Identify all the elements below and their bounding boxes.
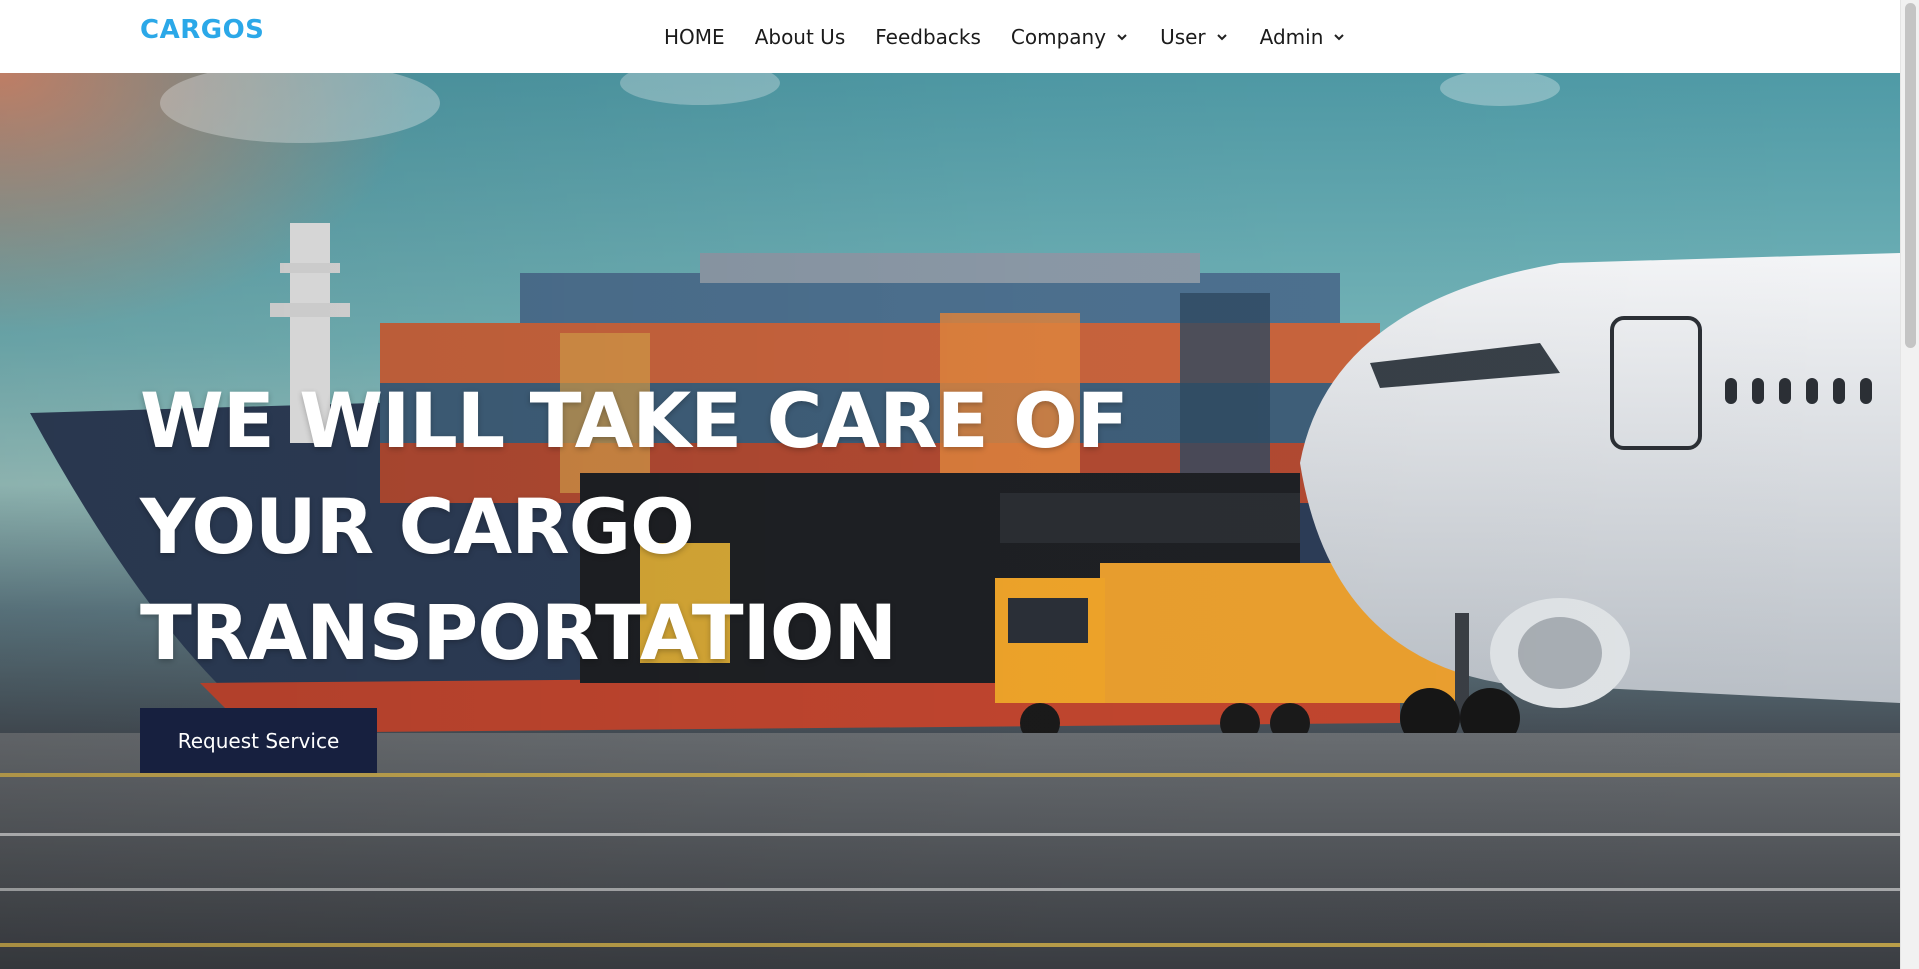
nav-admin-dropdown[interactable]: Admin [1260, 25, 1348, 49]
request-service-button[interactable]: Request Service [140, 708, 377, 773]
hero-headline: WE WILL TAKE CARE OF YOUR CARGO TRANSPOR… [140, 368, 1129, 686]
nav-home[interactable]: HOME [664, 25, 725, 49]
chevron-down-icon [1334, 33, 1345, 40]
hero-headline-line-1: WE WILL TAKE CARE OF [140, 376, 1129, 465]
page-scrollbar[interactable] [1900, 0, 1919, 969]
hero-headline-line-3: TRANSPORTATION [140, 588, 897, 677]
hero-headline-line-2: YOUR CARGO [140, 482, 695, 571]
hero-section: WE WILL TAKE CARE OF YOUR CARGO TRANSPOR… [0, 73, 1900, 969]
nav-feedbacks[interactable]: Feedbacks [875, 25, 981, 49]
logo[interactable]: CARGOS [140, 15, 264, 45]
nav-user-label: User [1160, 24, 1206, 49]
nav-company-label: Company [1010, 24, 1107, 49]
chevron-down-icon [1216, 33, 1227, 40]
chevron-down-icon [1117, 33, 1127, 40]
nav-feedbacks-label: Feedbacks [875, 24, 981, 49]
nav-admin-label: Admin [1259, 24, 1324, 49]
nav-user-dropdown[interactable]: User [1160, 25, 1230, 49]
nav-home-label: HOME [664, 24, 725, 49]
main-nav: HOME About Us Feedbacks Company User Adm… [664, 0, 1377, 73]
site-header: CARGOS HOME About Us Feedbacks Company U… [0, 0, 1900, 73]
nav-about-us[interactable]: About Us [755, 25, 846, 49]
nav-about-us-label: About Us [754, 24, 846, 49]
nav-company-dropdown[interactable]: Company [1011, 25, 1130, 49]
scrollbar-thumb[interactable] [1905, 3, 1916, 348]
